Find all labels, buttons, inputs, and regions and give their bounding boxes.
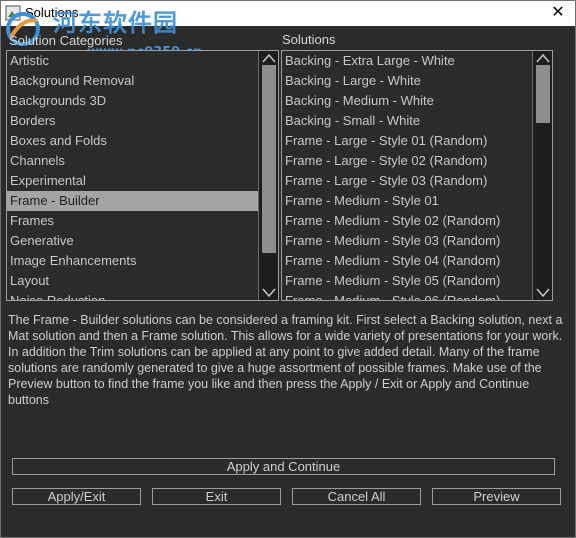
categories-label: Solution Categories bbox=[9, 33, 123, 48]
solution-list-item[interactable]: Frame - Medium - Style 01 bbox=[282, 191, 552, 211]
category-list-item[interactable]: Frames bbox=[7, 211, 278, 231]
solution-list-item[interactable]: Backing - Large - White bbox=[282, 71, 552, 91]
solutions-window: Solutions ✕ 河东软件园 www.pc0359.cn Solution… bbox=[0, 0, 576, 538]
categories-scroll-thumb[interactable] bbox=[262, 65, 276, 253]
cancel-all-button[interactable]: Cancel All bbox=[292, 488, 421, 505]
solution-list-item[interactable]: Frame - Medium - Style 06 (Random) bbox=[282, 291, 552, 300]
category-list-item[interactable]: Backgrounds 3D bbox=[7, 91, 278, 111]
scroll-up-arrow-icon[interactable] bbox=[534, 52, 552, 64]
scroll-down-arrow-icon[interactable] bbox=[260, 287, 278, 299]
solutions-scroll-thumb[interactable] bbox=[536, 65, 550, 123]
solutions-scrollbar[interactable] bbox=[532, 51, 552, 300]
category-list-item[interactable]: Experimental bbox=[7, 171, 278, 191]
solution-list-item[interactable]: Backing - Medium - White bbox=[282, 91, 552, 111]
category-list-item[interactable]: Boxes and Folds bbox=[7, 131, 278, 151]
solution-list-item[interactable]: Frame - Large - Style 03 (Random) bbox=[282, 171, 552, 191]
category-list-item[interactable]: Artistic bbox=[7, 51, 278, 71]
category-list-item[interactable]: Layout bbox=[7, 271, 278, 291]
categories-items: Artistic Background Removal Backgrounds 3D… bbox=[7, 51, 278, 300]
solution-list-item[interactable]: Backing - Small - White bbox=[282, 111, 552, 131]
apply-and-continue-button[interactable]: Apply and Continue bbox=[12, 458, 555, 475]
solutions-list[interactable]: Backing - Extra Large - White Backing - L… bbox=[281, 50, 553, 301]
solution-list-item[interactable]: Frame - Medium - Style 05 (Random) bbox=[282, 271, 552, 291]
categories-list[interactable]: Artistic Background Removal Backgrounds 3D… bbox=[6, 50, 279, 301]
exit-button[interactable]: Exit bbox=[152, 488, 281, 505]
category-list-item[interactable]: Noise Reduction bbox=[7, 291, 278, 300]
apply-exit-button[interactable]: Apply/Exit bbox=[12, 488, 141, 505]
category-list-item[interactable]: Frame - Builder bbox=[7, 191, 278, 211]
solution-list-item[interactable]: Frame - Medium - Style 03 (Random) bbox=[282, 231, 552, 251]
category-list-item[interactable]: Borders bbox=[7, 111, 278, 131]
categories-scrollbar[interactable] bbox=[258, 51, 278, 300]
solutions-label: Solutions bbox=[282, 32, 336, 47]
description-text: The Frame - Builder solutions can be con… bbox=[8, 313, 563, 407]
category-list-item[interactable]: Generative bbox=[7, 231, 278, 251]
solution-list-item[interactable]: Frame - Large - Style 02 (Random) bbox=[282, 151, 552, 171]
solution-list-item[interactable]: Frame - Large - Style 01 (Random) bbox=[282, 131, 552, 151]
category-list-item[interactable]: Channels bbox=[7, 151, 278, 171]
preview-button[interactable]: Preview bbox=[432, 488, 561, 505]
solutions-items: Backing - Extra Large - White Backing - L… bbox=[282, 51, 552, 300]
category-list-item[interactable]: Background Removal bbox=[7, 71, 278, 91]
solution-list-item[interactable]: Frame - Medium - Style 02 (Random) bbox=[282, 211, 552, 231]
close-icon[interactable]: ✕ bbox=[541, 1, 575, 26]
scroll-down-arrow-icon[interactable] bbox=[534, 287, 552, 299]
scroll-up-arrow-icon[interactable] bbox=[260, 52, 278, 64]
solution-list-item[interactable]: Backing - Extra Large - White bbox=[282, 51, 552, 71]
solution-list-item[interactable]: Frame - Medium - Style 04 (Random) bbox=[282, 251, 552, 271]
category-list-item[interactable]: Image Enhancements bbox=[7, 251, 278, 271]
